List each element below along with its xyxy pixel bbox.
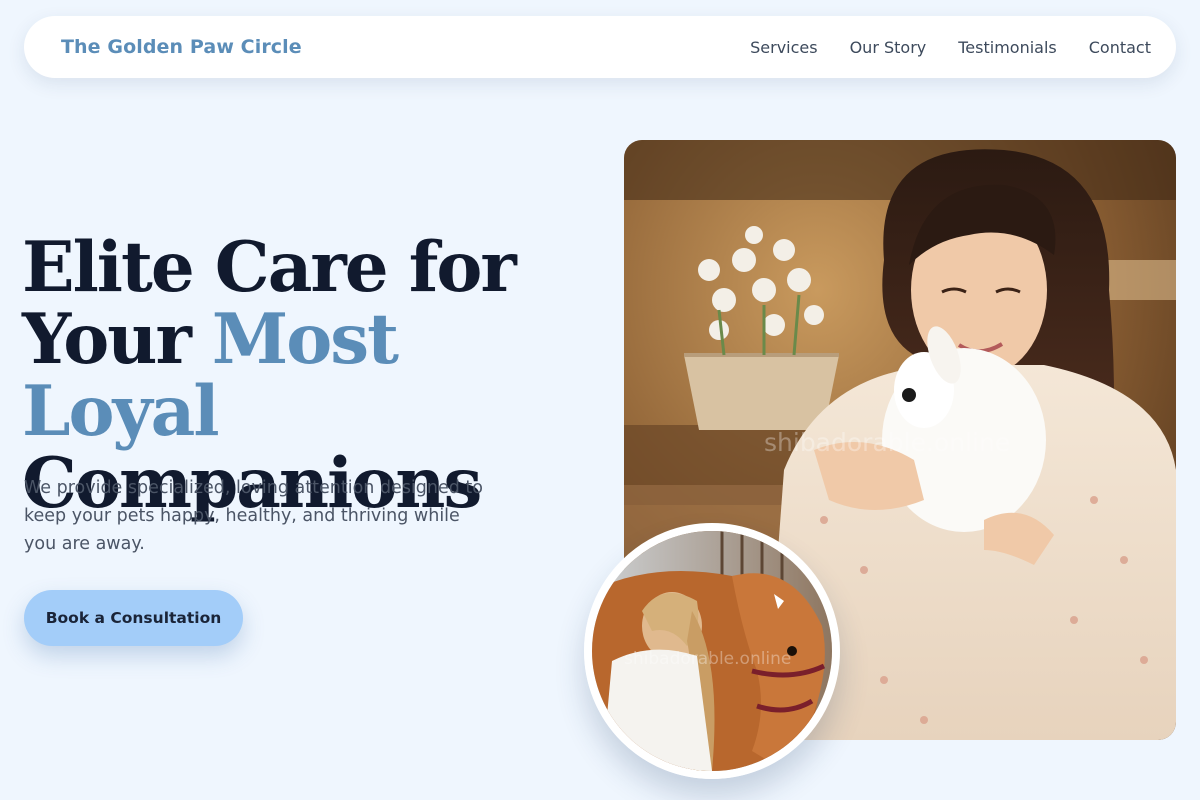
woman-with-horse-illustration (592, 531, 832, 771)
hero-title-line-1: Elite Care for (22, 227, 517, 308)
hero-description: We provide specialized, loving attention… (24, 478, 483, 554)
nav-link-our-story[interactable]: Our Story (850, 38, 927, 57)
hero-secondary-image: shibadorable.online (584, 523, 840, 779)
nav-link-testimonials[interactable]: Testimonials (958, 38, 1057, 57)
navbar: The Golden Paw Circle Services Our Story… (24, 16, 1176, 78)
nav-link-services[interactable]: Services (750, 38, 817, 57)
hero-title-line-2-prefix: Your (22, 299, 212, 380)
book-consultation-button[interactable]: Book a Consultation (24, 590, 243, 646)
nav-link-contact[interactable]: Contact (1089, 38, 1151, 57)
nav-links: Services Our Story Testimonials Contact (750, 38, 1151, 57)
brand-logo[interactable]: The Golden Paw Circle (61, 36, 302, 58)
